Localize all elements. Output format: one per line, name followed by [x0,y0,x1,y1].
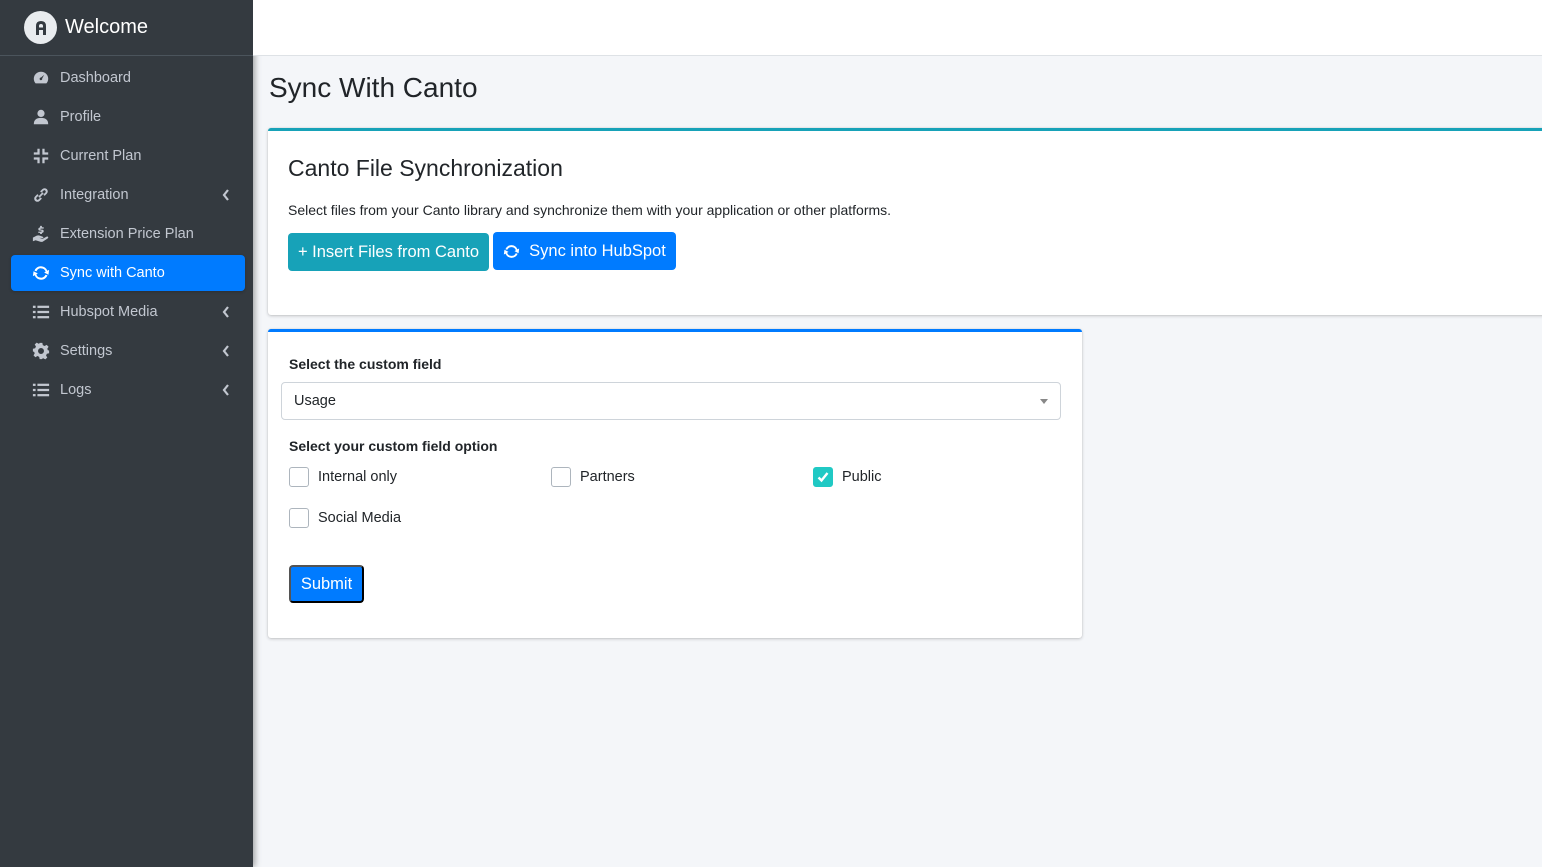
sidebar-item-label: Dashboard [60,70,131,86]
custom-field-select-value: Usage [294,393,336,409]
sidebar-item-label: Profile [60,109,102,125]
option-internal-only[interactable]: Internal only [289,467,397,487]
option-partners[interactable]: Partners [551,467,635,487]
sync-icon [31,263,51,283]
sidebar-nav: Dashboard Profile Current Plan Integrati… [0,56,253,408]
sidebar-item-logs[interactable]: Logs [11,372,245,408]
sidebar-item-label: Settings [60,343,113,359]
option-label: Social Media [318,510,402,526]
option-label: Public [842,469,882,485]
list-icon [31,380,51,400]
sync-card-description: Select files from your Canto library and… [288,202,892,218]
brand-logo-icon [24,11,57,44]
sidebar-item-label: Sync with Canto [60,265,165,281]
chevron-left-icon [221,305,231,319]
sync-card: Canto File Synchronization Select files … [268,128,1542,315]
option-public[interactable]: Public [813,467,882,487]
brand-title: Welcome [65,16,148,38]
sidebar-item-hubspot-media[interactable]: Hubspot Media [11,294,245,330]
custom-field-option-label: Select your custom field option [289,438,498,454]
option-checkbox[interactable] [551,467,571,487]
link-icon [31,185,51,205]
sidebar-item-dashboard[interactable]: Dashboard [11,60,245,96]
option-social-media[interactable]: Social Media [289,508,401,528]
compress-icon [31,146,51,166]
sidebar-item-profile[interactable]: Profile [11,99,245,135]
user-icon [31,107,51,127]
sidebar-item-label: Extension Price Plan [60,226,194,242]
sidebar-item-integration[interactable]: Integration [11,177,245,213]
brand[interactable]: Welcome [0,0,253,56]
sidebar-item-label: Integration [60,187,129,203]
sidebar-item-label: Hubspot Media [60,304,158,320]
sync-icon [504,244,520,258]
sidebar-item-settings[interactable]: Settings [11,333,245,369]
chevron-left-icon [221,383,231,397]
option-label: Partners [580,469,635,485]
sidebar-item-sync-with-canto[interactable]: Sync with Canto [11,255,245,291]
chevron-left-icon [221,344,231,358]
sidebar: Welcome Dashboard Profile Current Plan I… [0,0,253,867]
insert-files-button[interactable]: + Insert Files from Canto [288,233,489,271]
sidebar-item-label: Current Plan [60,148,142,164]
sync-card-title: Canto File Synchronization [288,155,563,181]
top-navbar [253,0,1542,56]
caret-down-icon [1040,399,1048,404]
custom-field-card: Select the custom field Usage Select you… [268,329,1082,638]
custom-field-select[interactable]: Usage [281,382,1061,420]
option-checkbox[interactable] [289,508,309,528]
sync-hubspot-label: Sync into HubSpot [529,241,666,260]
chevron-left-icon [221,188,231,202]
sidebar-item-label: Logs [60,382,92,398]
sidebar-item-extension-price-plan[interactable]: Extension Price Plan [11,216,245,252]
submit-button[interactable]: Submit [289,565,364,603]
list-icon [31,302,51,322]
option-label: Internal only [318,469,397,485]
gear-icon [31,341,51,361]
sidebar-item-current-plan[interactable]: Current Plan [11,138,245,174]
custom-field-label: Select the custom field [289,356,442,372]
hand-dollar-icon [31,224,51,244]
option-checkbox[interactable] [289,467,309,487]
dashboard-icon [31,68,51,88]
option-checkbox[interactable] [813,467,833,487]
page-title: Sync With Canto [269,72,478,103]
checkmark-icon [817,472,829,483]
sync-hubspot-button[interactable]: Sync into HubSpot [493,232,676,270]
